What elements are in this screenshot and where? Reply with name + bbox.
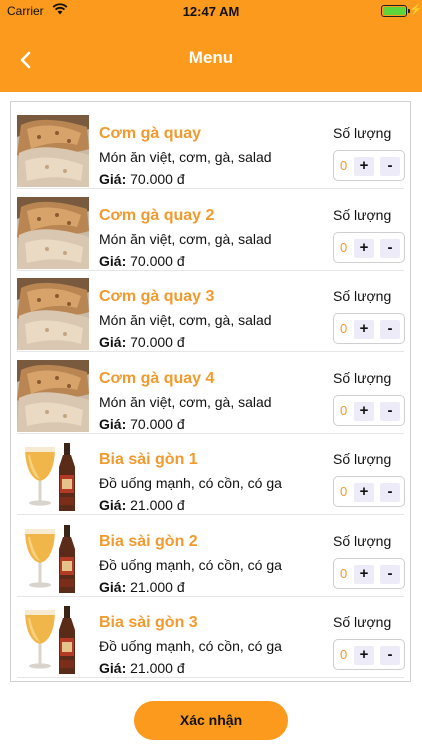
divider xyxy=(17,677,404,678)
price-prefix: Giá: xyxy=(99,252,127,269)
quantity-stepper: 0 + - xyxy=(333,557,405,589)
price-prefix: Giá: xyxy=(99,578,127,595)
quantity-stepper: 0 + - xyxy=(333,150,405,181)
item-description: Món ăn việt, cơm, gà, salad xyxy=(99,393,272,410)
price-value: 70.000 đ xyxy=(130,171,185,187)
roast-chicken-image xyxy=(17,115,89,187)
decrease-button[interactable]: - xyxy=(380,483,400,502)
item-description: Món ăn việt, cơm, gà, salad xyxy=(99,312,272,328)
item-name: Cơm gà quay 3 xyxy=(99,288,215,305)
price-prefix: Giá: xyxy=(99,660,127,676)
menu-item[interactable]: Bia sài gòn 2 Đồ uống mạnh, có cồn, có g… xyxy=(11,516,410,597)
item-price: Giá: 70.000 đ xyxy=(99,253,185,269)
item-name: Bia sài gòn 3 xyxy=(99,614,198,631)
quantity-label: Số lượng xyxy=(333,206,392,223)
menu-item[interactable]: Bia sài gòn 1 Đồ uống mạnh, có cồn, có g… xyxy=(11,434,410,515)
header-bar: Carrier 12:47 AM ⚡ Menu xyxy=(0,0,422,92)
price-value: 70.000 đ xyxy=(130,252,185,269)
decrease-button[interactable]: - xyxy=(380,401,400,421)
decrease-button[interactable]: - xyxy=(380,157,400,176)
item-name: Bia sài gòn 1 xyxy=(99,451,198,468)
quantity-label: Số lượng xyxy=(333,369,392,386)
quantity-stepper: 0 + - xyxy=(333,231,405,263)
quantity-value[interactable]: 0 xyxy=(340,647,347,662)
quantity-value[interactable]: 0 xyxy=(340,484,347,499)
price-value: 70.000 đ xyxy=(130,415,185,432)
quantity-stepper: 0 + - xyxy=(333,394,405,426)
menu-item[interactable]: Cơm gà quay 3 Món ăn việt, cơm, gà, sala… xyxy=(11,271,410,352)
item-name: Bia sài gòn 2 xyxy=(99,532,198,550)
increase-button[interactable]: + xyxy=(354,646,374,665)
battery-icon xyxy=(381,5,410,17)
decrease-button[interactable]: - xyxy=(380,564,400,584)
quantity-stepper: 0 + - xyxy=(333,476,405,507)
item-name: Cơm gà quay 4 xyxy=(99,369,215,387)
decrease-button[interactable]: - xyxy=(380,646,400,665)
quantity-value[interactable]: 0 xyxy=(340,321,347,336)
decrease-button[interactable]: - xyxy=(380,238,400,258)
item-price: Giá: 70.000 đ xyxy=(99,334,185,350)
item-description: Món ăn việt, cơm, gà, salad xyxy=(99,230,272,247)
quantity-label: Số lượng xyxy=(333,614,392,630)
beer-image xyxy=(17,441,89,513)
item-price: Giá: 21.000 đ xyxy=(99,579,185,595)
quantity-value[interactable]: 0 xyxy=(340,566,347,581)
quantity-value[interactable]: 0 xyxy=(340,403,347,418)
menu-item[interactable]: Cơm gà quay 2 Món ăn việt, cơm, gà, sala… xyxy=(11,190,410,271)
battery-level xyxy=(383,7,405,15)
roast-chicken-image xyxy=(17,197,89,269)
decrease-button[interactable]: - xyxy=(380,320,400,339)
quantity-value[interactable]: 0 xyxy=(340,240,347,255)
item-price: Giá: 70.000 đ xyxy=(99,171,185,187)
item-name: Cơm gà quay 2 xyxy=(99,206,215,224)
menu-item[interactable]: Bia sài gòn 3 Đồ uống mạnh, có cồn, có g… xyxy=(11,597,410,678)
increase-button[interactable]: + xyxy=(354,238,374,258)
charging-icon: ⚡ xyxy=(409,4,422,16)
page-title: Menu xyxy=(188,48,234,67)
quantity-label: Số lượng xyxy=(333,451,392,467)
menu-item[interactable]: Cơm gà quay 4 Món ăn việt, cơm, gà, sala… xyxy=(11,353,410,434)
increase-button[interactable]: + xyxy=(354,564,374,584)
price-prefix: Giá: xyxy=(99,497,127,513)
roast-chicken-image xyxy=(17,278,89,350)
item-description: Đồ uống mạnh, có cồn, có ga xyxy=(99,556,282,573)
quantity-label: Số lượng xyxy=(333,532,392,549)
price-prefix: Giá: xyxy=(99,334,127,350)
beer-image xyxy=(17,523,89,595)
quantity-label: Số lượng xyxy=(333,288,392,304)
price-value: 70.000 đ xyxy=(130,334,185,350)
quantity-stepper: 0 + - xyxy=(333,313,405,344)
menu-item[interactable]: Cơm gà quay Món ăn việt, cơm, gà, salad … xyxy=(11,108,410,189)
increase-button[interactable]: + xyxy=(354,157,374,176)
item-description: Đồ uống mạnh, có cồn, có ga xyxy=(99,475,282,491)
item-price: Giá: 70.000 đ xyxy=(99,416,185,432)
quantity-stepper: 0 + - xyxy=(333,639,405,670)
price-value: 21.000 đ xyxy=(130,578,185,595)
item-name: Cơm gà quay xyxy=(99,125,202,142)
increase-button[interactable]: + xyxy=(354,483,374,502)
item-price: Giá: 21.000 đ xyxy=(99,660,185,676)
price-prefix: Giá: xyxy=(99,415,127,432)
price-value: 21.000 đ xyxy=(130,497,185,513)
quantity-label: Số lượng xyxy=(333,125,392,141)
roast-chicken-image xyxy=(17,360,89,432)
beer-image xyxy=(17,604,89,676)
confirm-button[interactable]: Xác nhận xyxy=(134,701,288,740)
price-prefix: Giá: xyxy=(99,171,127,187)
increase-button[interactable]: + xyxy=(354,320,374,339)
price-value: 21.000 đ xyxy=(130,660,185,676)
item-price: Giá: 21.000 đ xyxy=(99,497,185,513)
menu-list: Cơm gà quay Món ăn việt, cơm, gà, salad … xyxy=(10,101,411,682)
status-bar: Carrier 12:47 AM ⚡ xyxy=(0,0,422,22)
quantity-value[interactable]: 0 xyxy=(340,158,347,173)
item-description: Món ăn việt, cơm, gà, salad xyxy=(99,149,272,165)
clock: 12:47 AM xyxy=(182,4,240,19)
increase-button[interactable]: + xyxy=(354,401,374,421)
item-description: Đồ uống mạnh, có cồn, có ga xyxy=(99,638,282,654)
